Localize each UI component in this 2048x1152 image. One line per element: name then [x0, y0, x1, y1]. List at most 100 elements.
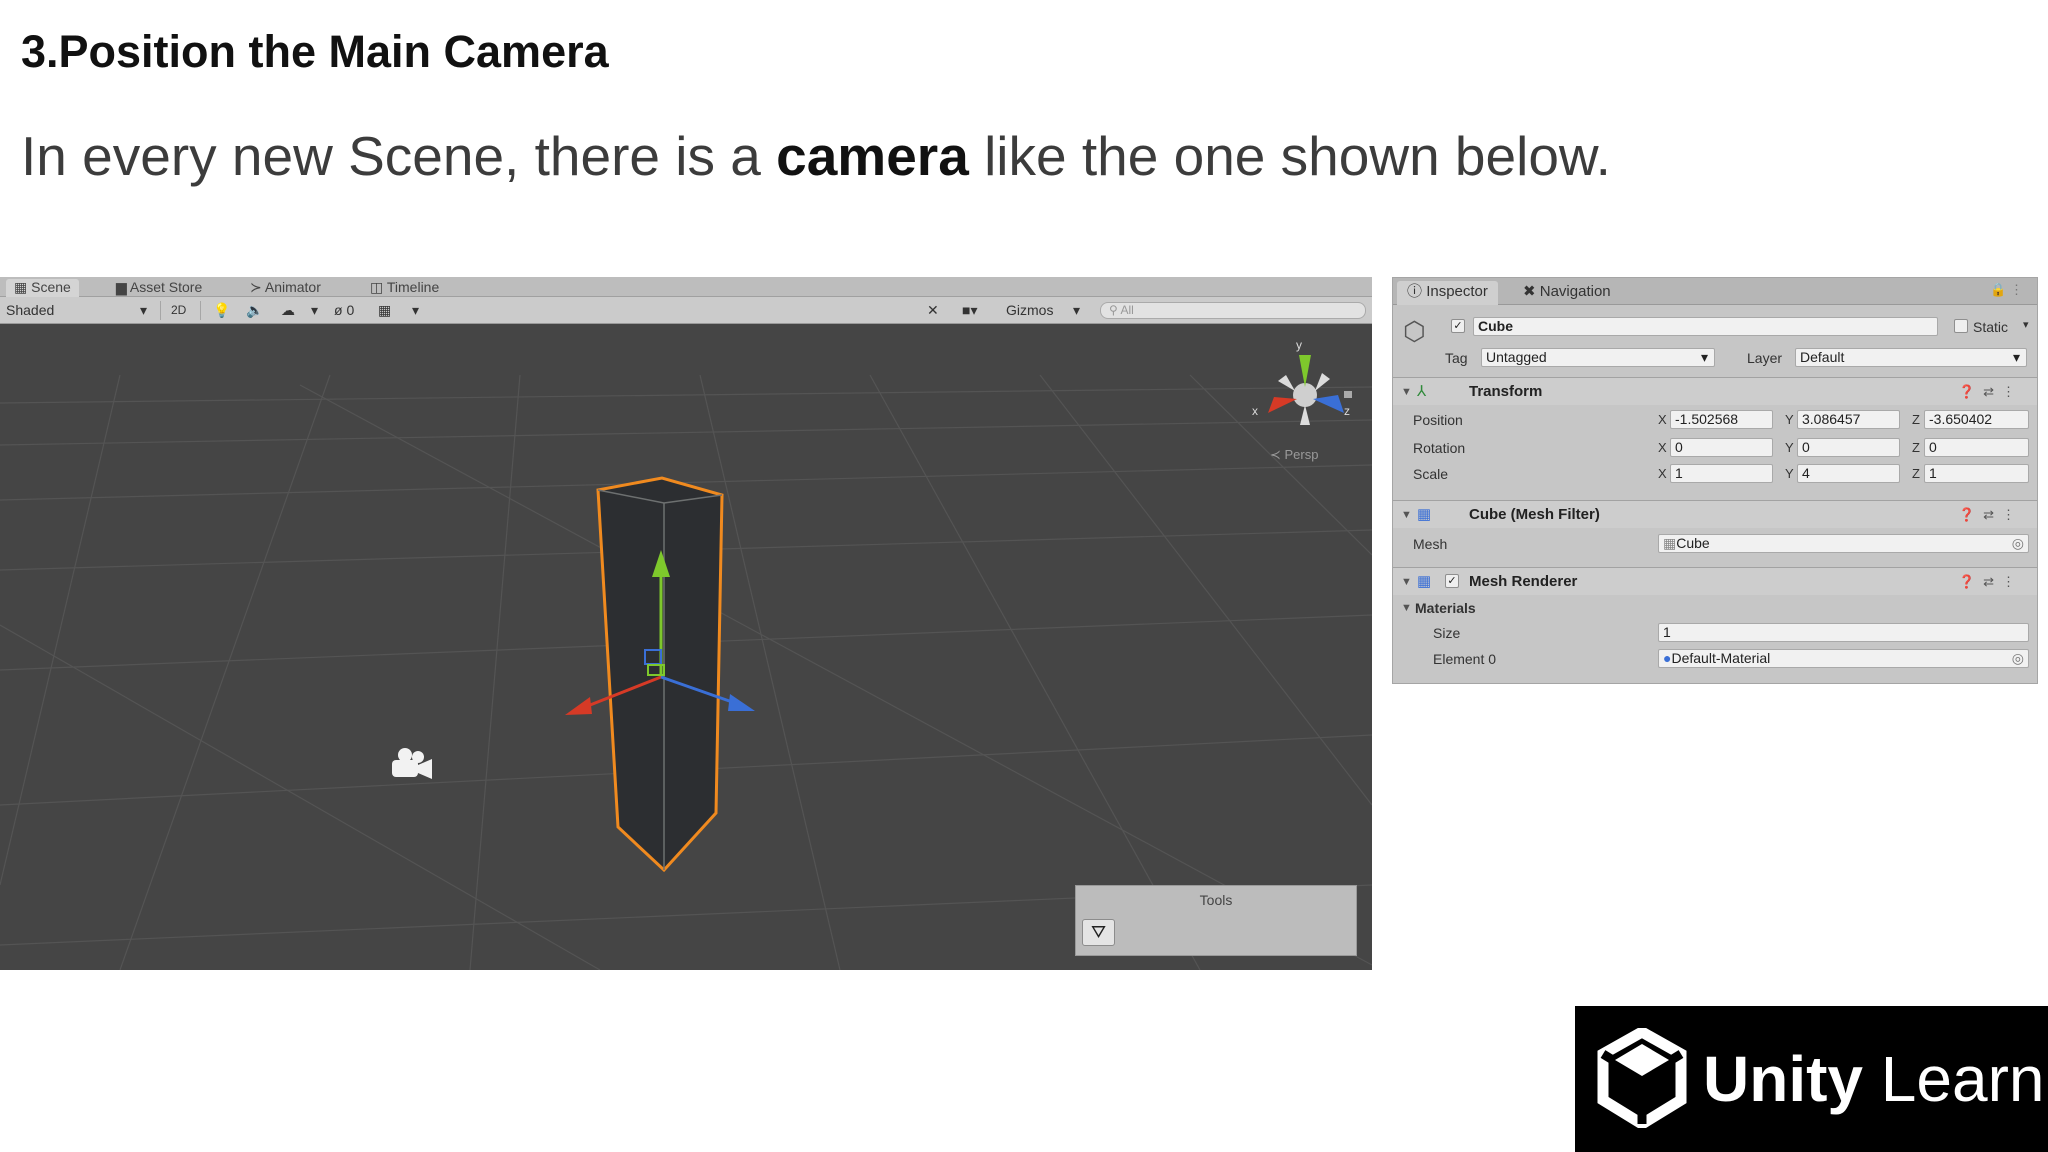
orientation-gizmo[interactable]: y x z — [1252, 338, 1352, 425]
scale-z-field[interactable]: 1 — [1924, 464, 2029, 483]
gizmo-axis-x: x — [1252, 404, 1258, 418]
scene-toolbar: Shaded ▾ 2D 💡 🔈 ☁ ▾ ø 0 ▦ ▾ ✕ ■▾ Gizmos ▾… — [0, 297, 1372, 324]
transform-icon: ⅄ — [1417, 383, 1427, 400]
foldout-arrow-icon[interactable]: ▼ — [1401, 576, 1412, 588]
rotation-label: Rotation — [1413, 440, 1466, 456]
audio-toggle-icon[interactable]: 🔈 — [246, 301, 263, 320]
chevron-down-icon: ▾ — [2012, 349, 2020, 365]
page-title: 3.Position the Main Camera — [21, 26, 609, 77]
subtitle-text-before: In every new Scene, there is a — [21, 125, 777, 187]
camera-gizmo-icon[interactable] — [392, 748, 432, 779]
axis-y-label: Y — [1785, 466, 1794, 481]
effects-dropdown[interactable]: ▾ — [311, 301, 318, 320]
position-y-field[interactable]: 3.086457 — [1797, 410, 1900, 429]
scene-view-window[interactable]: ▦ Scene ▆ Asset Store ≻ Animator ◫ Timel… — [0, 277, 1372, 970]
tab-asset-store-label: Asset Store — [129, 279, 203, 295]
tab-scene[interactable]: ▦ Scene — [6, 279, 79, 297]
toggle-2d-button[interactable]: 2D — [171, 301, 186, 320]
component-menu-icons[interactable]: ❓⇄⋮ — [1959, 384, 2023, 400]
logo-brand-bold: Unity — [1703, 1043, 1863, 1115]
tab-timeline-label: Timeline — [386, 279, 440, 295]
gameobject-icon: ⬡ — [1403, 316, 1426, 346]
unity-cube-logo-icon — [1597, 1028, 1687, 1128]
mesh-renderer-enabled-checkbox[interactable]: ✓ — [1445, 574, 1459, 588]
grid-toggle-icon[interactable]: ▦ — [378, 301, 391, 320]
element-label: Element 0 — [1433, 651, 1497, 667]
material-value: Default-Material — [1671, 650, 1771, 666]
tools-overlay: Tools ⛛ — [1075, 885, 1357, 956]
size-field[interactable]: 1 — [1658, 623, 2029, 642]
mesh-renderer-icon: ▦ — [1417, 573, 1432, 590]
active-checkbox[interactable]: ✓ — [1451, 319, 1465, 333]
shading-mode-dropdown[interactable]: Shaded ▾ — [6, 301, 156, 320]
tab-inspector[interactable]: ⓘ Inspector — [1397, 281, 1498, 305]
materials-label: Materials — [1415, 600, 1476, 616]
scale-x-field[interactable]: 1 — [1670, 464, 1773, 483]
tab-timeline[interactable]: ◫ Timeline — [362, 279, 447, 297]
rotation-x-field[interactable]: 0 — [1670, 438, 1773, 457]
foldout-arrow-icon[interactable]: ▼ — [1401, 386, 1412, 398]
toolbar-divider — [200, 301, 201, 320]
mesh-renderer-header[interactable]: ▼ ▦ ✓ Mesh Renderer ❓⇄⋮ — [1393, 567, 2037, 595]
scene-search-placeholder: All — [1120, 303, 1134, 317]
custom-tool-button[interactable]: ⛛ — [1082, 919, 1115, 946]
tools-settings-icon[interactable]: ✕ — [927, 301, 939, 320]
lock-menu-icon[interactable]: 🔒 ⋮ — [1990, 282, 2023, 298]
tab-navigation-label: Navigation — [1539, 283, 1611, 300]
rotation-z-field[interactable]: 0 — [1924, 438, 2029, 457]
object-name-field[interactable]: Cube — [1473, 317, 1938, 336]
scene-canvas[interactable]: y x z — [0, 325, 1372, 970]
mesh-label: Mesh — [1413, 536, 1448, 552]
lock-icon[interactable] — [1344, 391, 1352, 398]
rotation-y-field[interactable]: 0 — [1797, 438, 1900, 457]
mesh-filter-title: Cube (Mesh Filter) — [1469, 506, 1600, 523]
tab-asset-store[interactable]: ▆ Asset Store — [108, 279, 210, 297]
axis-z-label: Z — [1912, 440, 1920, 455]
grid-dropdown[interactable]: ▾ — [412, 301, 419, 320]
static-checkbox[interactable] — [1954, 319, 1968, 333]
mesh-filter-header[interactable]: ▼ ▦ Cube (Mesh Filter) ❓⇄⋮ — [1393, 500, 2037, 528]
axis-z-label: Z — [1912, 412, 1920, 427]
component-menu-icons[interactable]: ❓⇄⋮ — [1959, 574, 2023, 590]
axis-x-label: X — [1658, 440, 1667, 455]
projection-toggle[interactable]: ≺ Persp — [1270, 447, 1318, 463]
camera-settings-icon[interactable]: ■▾ — [962, 301, 977, 320]
mesh-object-field[interactable]: ▦Cube ◎ — [1658, 534, 2029, 553]
gizmos-chevron-icon[interactable]: ▾ — [1073, 301, 1080, 320]
navigation-icon: ✖ — [1523, 283, 1536, 300]
tab-animator[interactable]: ≻ Animator — [242, 279, 329, 297]
component-menu-icons[interactable]: ❓⇄⋮ — [1959, 507, 2023, 523]
object-picker-icon[interactable]: ◎ — [2012, 535, 2024, 552]
axis-z-label: Z — [1912, 466, 1920, 481]
inspector-window: ⓘ Inspector ✖ Navigation 🔒 ⋮ ⬡ ✓ Cube St… — [1392, 277, 2038, 684]
effects-toggle-icon[interactable]: ☁ — [281, 301, 295, 320]
chevron-down-icon: ▾ — [1700, 349, 1708, 365]
axis-x-label: X — [1658, 466, 1667, 481]
position-x-field[interactable]: -1.502568 — [1670, 410, 1773, 429]
transform-header[interactable]: ▼ ⅄ Transform ❓⇄⋮ — [1393, 377, 2037, 405]
object-picker-icon[interactable]: ◎ — [2012, 650, 2024, 667]
hidden-objects-count: 0 — [346, 302, 355, 318]
gizmos-dropdown[interactable]: Gizmos — [1006, 301, 1053, 320]
tab-navigation[interactable]: ✖ Navigation — [1513, 281, 1621, 305]
material-object-field[interactable]: ●Default-Material ◎ — [1658, 649, 2029, 668]
hidden-objects-button[interactable]: ø 0 — [334, 301, 354, 320]
axis-y-label: Y — [1785, 440, 1794, 455]
gizmo-axis-z: z — [1344, 404, 1350, 418]
scene-search-input[interactable]: ⚲ All — [1100, 302, 1366, 319]
shading-mode-label: Shaded — [6, 302, 55, 318]
axis-y-label: Y — [1785, 412, 1794, 427]
toolbar-divider — [160, 301, 161, 320]
tag-dropdown[interactable]: Untagged ▾ — [1481, 348, 1715, 367]
foldout-arrow-icon[interactable]: ▼ — [1401, 602, 1412, 614]
subtitle-text-after: like the one shown below. — [968, 125, 1611, 187]
mesh-filter-icon: ▦ — [1417, 506, 1432, 523]
scale-y-field[interactable]: 4 — [1797, 464, 1900, 483]
mesh-renderer-title: Mesh Renderer — [1469, 573, 1578, 590]
position-z-field[interactable]: -3.650402 — [1924, 410, 2029, 429]
static-dropdown-icon[interactable]: ▾ — [2023, 318, 2029, 331]
tag-label: Tag — [1445, 350, 1468, 366]
lighting-toggle-icon[interactable]: 💡 — [213, 301, 230, 320]
layer-dropdown[interactable]: Default ▾ — [1795, 348, 2027, 367]
foldout-arrow-icon[interactable]: ▼ — [1401, 509, 1412, 521]
